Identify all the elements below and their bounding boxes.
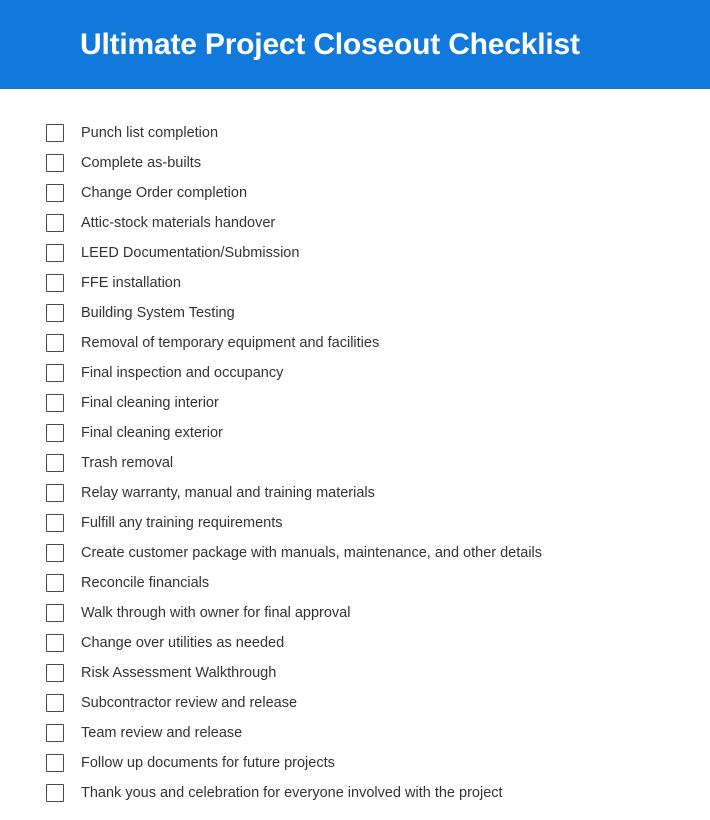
checklist-item-label: Follow up documents for future projects xyxy=(81,754,335,771)
checklist-item[interactable]: Building System Testing xyxy=(0,298,710,328)
page-header: Ultimate Project Closeout Checklist xyxy=(0,0,710,89)
checklist-item-label: Punch list completion xyxy=(81,124,219,141)
checklist-page: Ultimate Project Closeout Checklist Punc… xyxy=(0,0,710,820)
checklist-item-label: Create customer package with manuals, ma… xyxy=(81,544,543,561)
checkbox-icon[interactable] xyxy=(46,604,64,622)
checkbox-icon[interactable] xyxy=(46,304,64,322)
checkbox-icon[interactable] xyxy=(46,214,64,232)
checklist: Punch list completion Complete as-builts C… xyxy=(0,118,710,808)
checklist-item[interactable]: Create customer package with manuals, ma… xyxy=(0,538,710,568)
checklist-item[interactable]: Fulfill any training requirements xyxy=(0,508,710,538)
checkbox-icon[interactable] xyxy=(46,334,64,352)
checklist-item[interactable]: Change over utilities as needed xyxy=(0,628,710,658)
checkbox-icon[interactable] xyxy=(46,544,64,562)
checklist-item-label: Thank yous and celebration for everyone … xyxy=(81,784,503,801)
checklist-item-label: Fulfill any training requirements xyxy=(81,514,283,531)
checklist-item[interactable]: FFE installation xyxy=(0,268,710,298)
checkbox-icon[interactable] xyxy=(46,724,64,742)
checklist-item[interactable]: Final inspection and occupancy xyxy=(0,358,710,388)
checkbox-icon[interactable] xyxy=(46,514,64,532)
checklist-item[interactable]: Complete as-builts xyxy=(0,148,710,178)
checklist-item[interactable]: LEED Documentation/Submission xyxy=(0,238,710,268)
checkbox-icon[interactable] xyxy=(46,574,64,592)
checkbox-icon[interactable] xyxy=(46,244,64,262)
checklist-item-label: Trash removal xyxy=(81,454,174,471)
checkbox-icon[interactable] xyxy=(46,754,64,772)
checklist-item[interactable]: Walk through with owner for final approv… xyxy=(0,598,710,628)
checklist-item[interactable]: Final cleaning exterior xyxy=(0,418,710,448)
checklist-item-label: Complete as-builts xyxy=(81,154,202,171)
checklist-item-label: Risk Assessment Walkthrough xyxy=(81,664,277,681)
checkbox-icon[interactable] xyxy=(46,154,64,172)
checklist-item[interactable]: Change Order completion xyxy=(0,178,710,208)
checklist-item-label: Final cleaning interior xyxy=(81,394,219,411)
checkbox-icon[interactable] xyxy=(46,394,64,412)
checklist-item[interactable]: Subcontractor review and release xyxy=(0,688,710,718)
checklist-item-label: Final cleaning exterior xyxy=(81,424,223,441)
checklist-item[interactable]: Punch list completion xyxy=(0,118,710,148)
checklist-item-label: Team review and release xyxy=(81,724,243,741)
checklist-item[interactable]: Final cleaning interior xyxy=(0,388,710,418)
checkbox-icon[interactable] xyxy=(46,784,64,802)
checklist-item-label: Relay warranty, manual and training mate… xyxy=(81,484,375,501)
checklist-item[interactable]: Team review and release xyxy=(0,718,710,748)
checklist-item-label: FFE installation xyxy=(81,274,181,291)
checkbox-icon[interactable] xyxy=(46,664,64,682)
checklist-item[interactable]: Trash removal xyxy=(0,448,710,478)
checkbox-icon[interactable] xyxy=(46,454,64,472)
checkbox-icon[interactable] xyxy=(46,424,64,442)
checklist-item-label: Building System Testing xyxy=(81,304,235,321)
checklist-item-label: Change over utilities as needed xyxy=(81,634,285,651)
checklist-item-label: Reconcile financials xyxy=(81,574,210,591)
checklist-item-label: Change Order completion xyxy=(81,184,248,201)
checklist-item-label: Final inspection and occupancy xyxy=(81,364,284,381)
checklist-item-label: Attic-stock materials handover xyxy=(81,214,276,231)
checkbox-icon[interactable] xyxy=(46,124,64,142)
checkbox-icon[interactable] xyxy=(46,364,64,382)
checklist-item-label: LEED Documentation/Submission xyxy=(81,244,300,261)
checklist-item[interactable]: Attic-stock materials handover xyxy=(0,208,710,238)
checklist-item[interactable]: Reconcile financials xyxy=(0,568,710,598)
checkbox-icon[interactable] xyxy=(46,274,64,292)
checklist-item-label: Walk through with owner for final approv… xyxy=(81,604,351,621)
page-title: Ultimate Project Closeout Checklist xyxy=(80,27,580,61)
checkbox-icon[interactable] xyxy=(46,184,64,202)
checklist-item-label: Subcontractor review and release xyxy=(81,694,298,711)
checklist-item[interactable]: Risk Assessment Walkthrough xyxy=(0,658,710,688)
checklist-item[interactable]: Follow up documents for future projects xyxy=(0,748,710,778)
checkbox-icon[interactable] xyxy=(46,484,64,502)
checklist-item[interactable]: Thank yous and celebration for everyone … xyxy=(0,778,710,808)
checkbox-icon[interactable] xyxy=(46,634,64,652)
checklist-item-label: Removal of temporary equipment and facil… xyxy=(81,334,380,351)
checklist-item[interactable]: Relay warranty, manual and training mate… xyxy=(0,478,710,508)
checklist-item[interactable]: Removal of temporary equipment and facil… xyxy=(0,328,710,358)
checkbox-icon[interactable] xyxy=(46,694,64,712)
